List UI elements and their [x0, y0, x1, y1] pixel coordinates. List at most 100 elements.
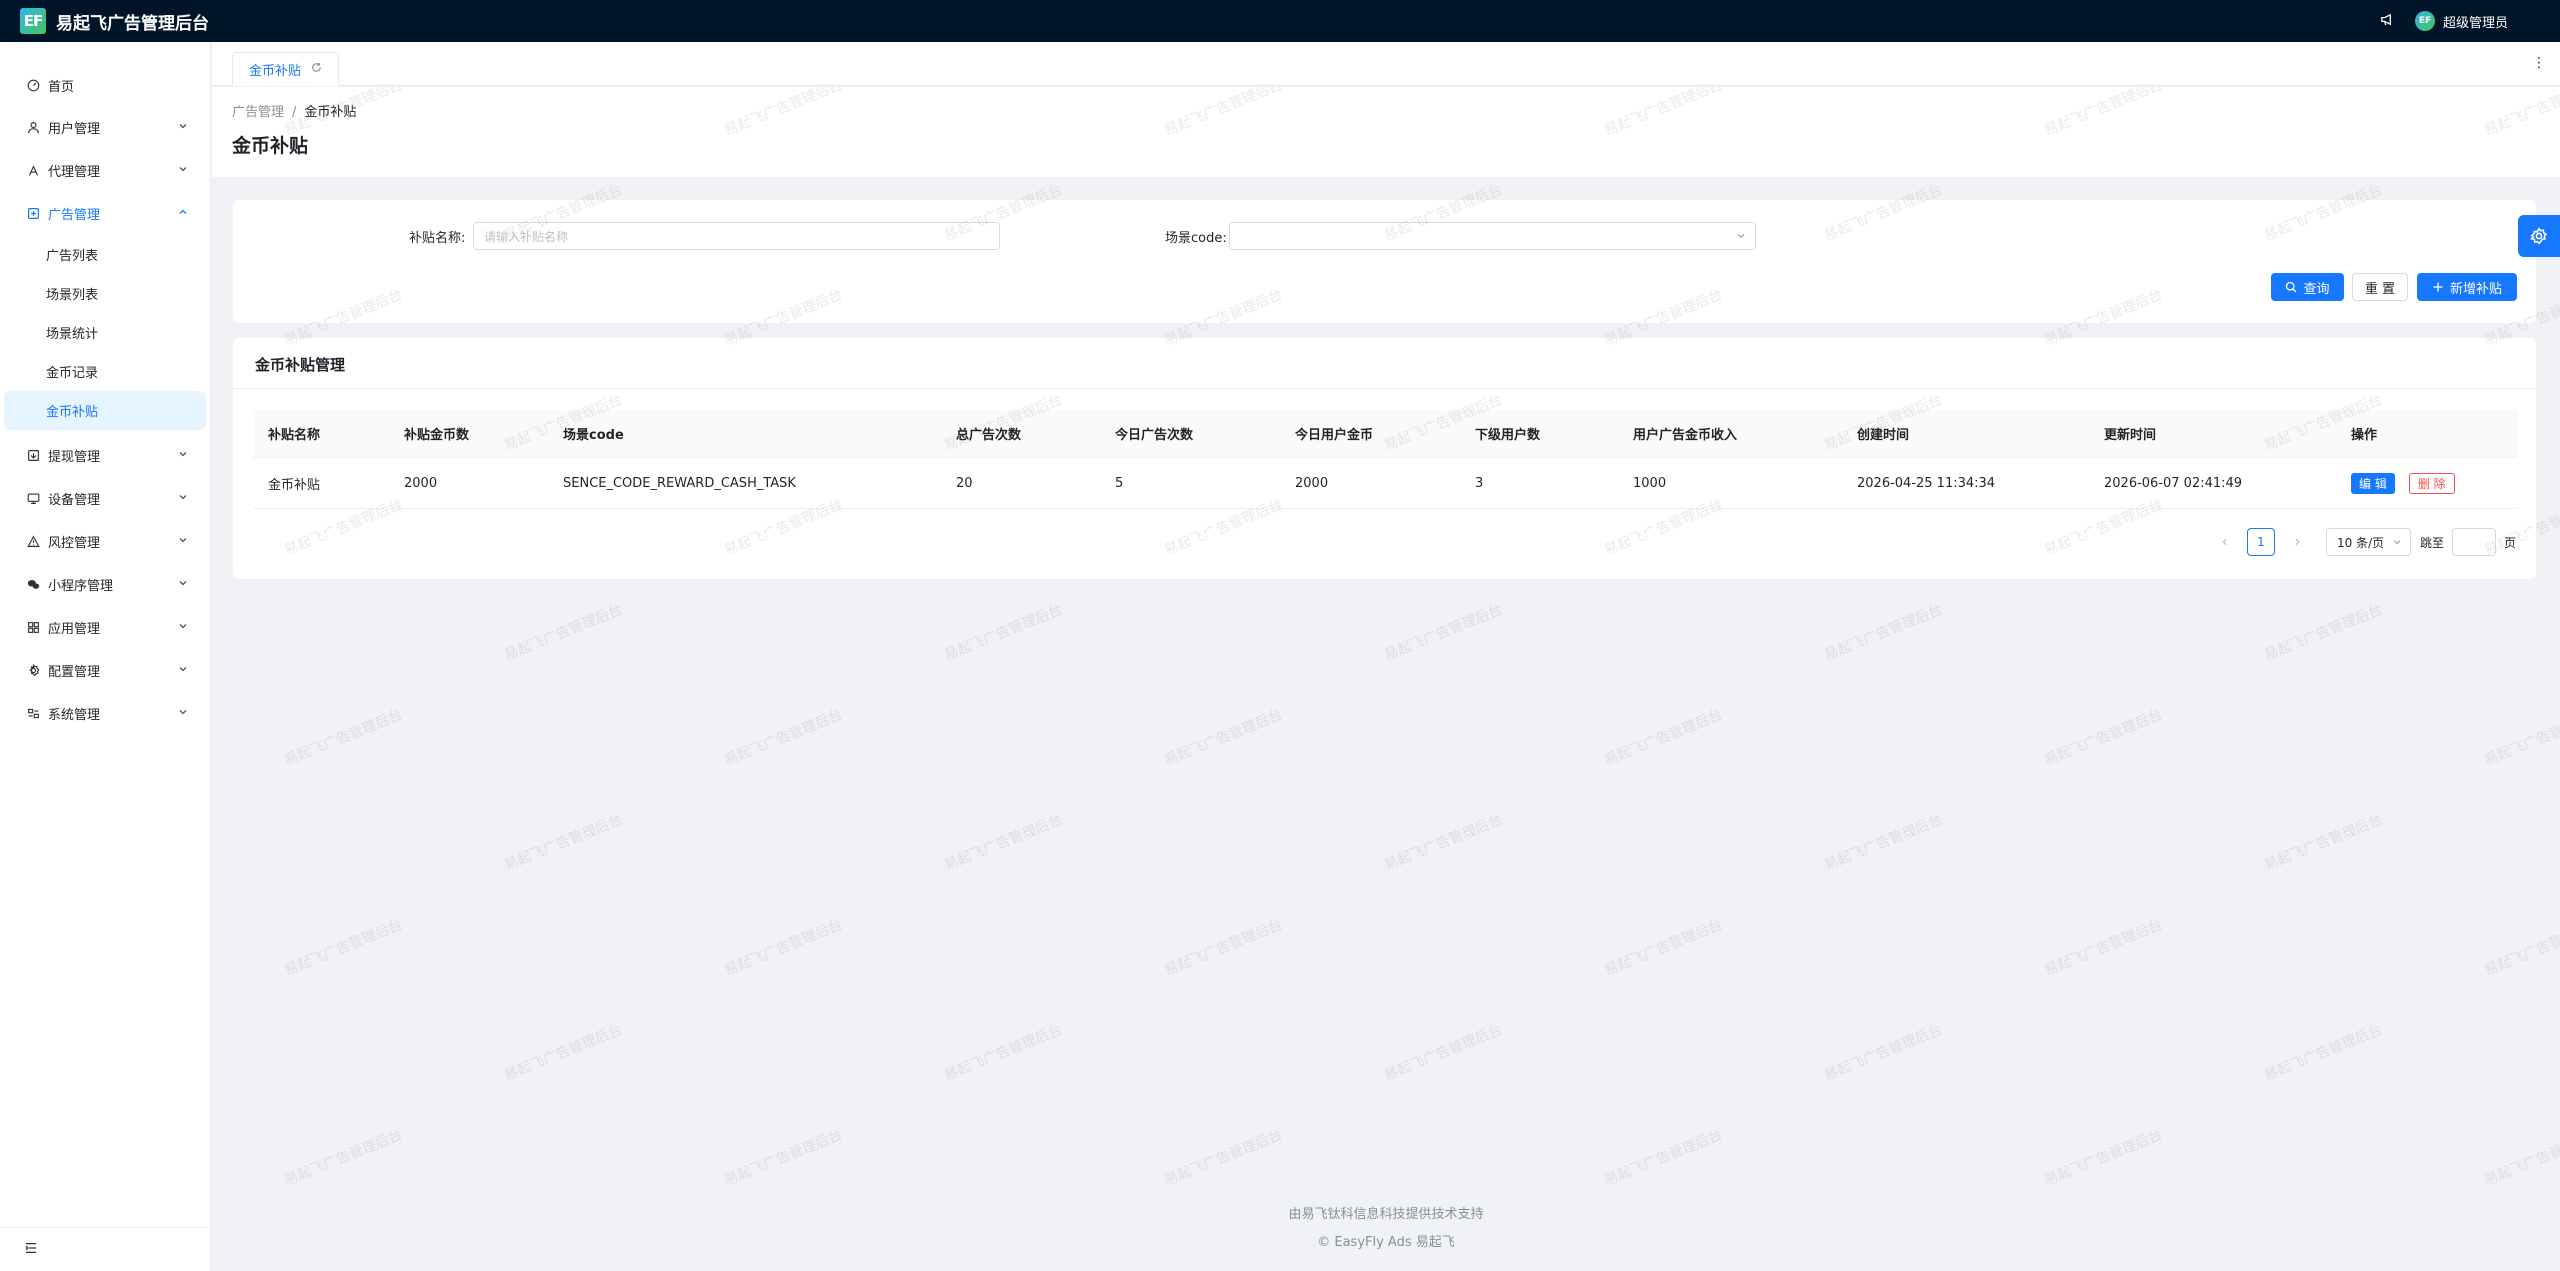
watermark-text: 易起飞广告管理后台 — [281, 916, 405, 979]
query-button[interactable]: 查询 — [2271, 273, 2344, 301]
sidebar-item-label: 系统管理 — [48, 708, 101, 723]
sidebar-item-withdraw[interactable]: 提现管理 — [0, 434, 210, 477]
watermark-text: 易起飞广告管理后台 — [2481, 1126, 2560, 1189]
page-suffix: 页 — [2504, 536, 2517, 550]
sidebar-collapse-button[interactable] — [0, 1227, 211, 1271]
watermark-text: 易起飞广告管理后台 — [501, 1021, 625, 1084]
table-cell: 2000 — [1295, 476, 1329, 491]
tab-coin-subsidy[interactable]: 金币补贴 — [232, 52, 340, 86]
column-header: 场景code — [563, 428, 624, 443]
sidebar-item-ads[interactable]: 广告管理 — [0, 192, 210, 235]
table-cell: 2000 — [404, 476, 438, 491]
sidebar-item-home[interactable]: 首页 — [0, 64, 210, 106]
next-page-button[interactable] — [2283, 528, 2311, 556]
watermark-text: 易起飞广告管理后台 — [501, 811, 625, 874]
watermark-text: 易起飞广告管理后台 — [721, 916, 845, 979]
page-size-select[interactable]: 10 条/页 — [2326, 528, 2411, 556]
scene-code-select[interactable] — [1229, 222, 1756, 250]
chevron-down-icon — [179, 452, 187, 457]
table-cell: 3 — [1475, 476, 1484, 491]
chevron-left-icon — [2222, 538, 2227, 546]
watermark-text: 易起飞广告管理后台 — [2041, 706, 2165, 769]
theme-settings-button[interactable] — [2518, 215, 2560, 257]
chevron-down-icon — [179, 538, 187, 543]
watermark-text: 易起飞广告管理后台 — [1161, 1126, 1285, 1189]
refresh-icon[interactable] — [311, 62, 322, 77]
app-logo[interactable]: EF — [20, 8, 46, 34]
watermark-text: 易起飞广告管理后台 — [1821, 811, 1945, 874]
sidebar-item-miniprogram[interactable]: 小程序管理 — [0, 563, 210, 606]
plus-icon — [2433, 282, 2443, 292]
chevron-down-icon — [1737, 233, 1745, 239]
sidebar-item-devices[interactable]: 设备管理 — [0, 477, 210, 520]
sidebar-item-users[interactable]: 用户管理 — [0, 106, 210, 149]
sidebar-subitem-scene-list[interactable]: 场景列表 — [0, 274, 210, 313]
tabs-bar: 金币补贴 ⋮ — [212, 42, 2560, 86]
table-cell: 2026-04-25 11:34:34 — [1857, 476, 1996, 491]
watermark-text: 易起飞广告管理后台 — [2041, 916, 2165, 979]
sidebar-item-config[interactable]: 配置管理 — [0, 649, 210, 692]
prev-page-button[interactable] — [2211, 528, 2239, 556]
add-subsidy-button[interactable]: 新增补贴 — [2417, 273, 2517, 301]
user-name: 超级管理员 — [2442, 15, 2508, 31]
page-header: 广告管理 / 金币补贴 金币补贴 — [212, 87, 2560, 177]
breadcrumb: 广告管理 / 金币补贴 — [232, 101, 356, 120]
watermark-text: 易起飞广告管理后台 — [1161, 706, 1285, 769]
agent-icon — [26, 164, 40, 178]
subsidy-name-input[interactable]: 请输入补贴名称 — [473, 222, 1000, 250]
chevron-down-icon — [179, 124, 187, 129]
breadcrumb-parent[interactable]: 广告管理 — [232, 105, 284, 120]
watermark-text: 易起飞广告管理后台 — [281, 1126, 405, 1189]
apps-icon — [26, 621, 40, 635]
system-icon — [26, 707, 40, 721]
page-1-button[interactable]: 1 — [2247, 528, 2275, 556]
sidebar-item-apps[interactable]: 应用管理 — [0, 606, 210, 649]
footer-copyright: © EasyFly Ads 易起飞 — [212, 1231, 2560, 1250]
watermark-text: 易起飞广告管理后台 — [721, 1126, 845, 1189]
sidebar-item-agents[interactable]: 代理管理 — [0, 149, 210, 192]
more-icon[interactable]: ⋮ — [2532, 55, 2546, 71]
edit-button[interactable]: 编 辑 — [2351, 473, 2395, 494]
announcement-icon[interactable] — [2380, 12, 2395, 31]
watermark-text: 易起飞广告管理后台 — [1601, 916, 1725, 979]
withdraw-icon — [26, 449, 40, 463]
sidebar-subitem-scene-stats[interactable]: 场景统计 — [0, 313, 210, 352]
reset-button[interactable]: 重 置 — [2352, 273, 2408, 301]
jump-label: 跳至 — [2420, 536, 2445, 550]
column-header: 今日广告次数 — [1115, 428, 1194, 443]
ad-icon — [26, 207, 40, 221]
monitor-icon — [26, 492, 40, 506]
watermark-text: 易起飞广告管理后台 — [2261, 811, 2385, 874]
dashboard-icon — [26, 78, 40, 92]
sidebar-item-risk[interactable]: 风控管理 — [0, 520, 210, 563]
sidebar-subitem-ad-list[interactable]: 广告列表 — [0, 235, 210, 274]
search-icon — [2286, 281, 2297, 293]
jump-page-input[interactable] — [2452, 528, 2496, 556]
wechat-icon — [26, 578, 40, 592]
settings-icon — [26, 664, 40, 678]
sidebar-item-system[interactable]: 系统管理 — [0, 692, 210, 735]
delete-button[interactable]: 删 除 — [2408, 473, 2455, 494]
avatar: EF — [2414, 11, 2435, 31]
chevron-down-icon — [179, 581, 187, 586]
user-menu[interactable]: EF 超级管理员 — [2414, 11, 2508, 31]
watermark-text: 易起飞广告管理后台 — [281, 706, 405, 769]
table-actions: 编 辑 删 除 — [2351, 459, 2455, 508]
sidebar-subitem-coin-subsidy[interactable]: 金币补贴 — [4, 391, 206, 430]
watermark-text: 易起飞广告管理后台 — [1821, 601, 1945, 664]
watermark-text: 易起飞广告管理后台 — [1161, 916, 1285, 979]
sidebar-subitem-coin-records[interactable]: 金币记录 — [0, 352, 210, 391]
watermark-text: 易起飞广告管理后台 — [1601, 1126, 1725, 1189]
column-header: 补贴金币数 — [404, 428, 470, 443]
column-header: 创建时间 — [1857, 428, 1910, 443]
watermark-text: 易起飞广告管理后台 — [501, 601, 625, 664]
scene-code-label: 场景code: — [1165, 231, 1227, 246]
column-header: 更新时间 — [2104, 428, 2157, 443]
table-cell: 金币补贴 — [268, 478, 321, 493]
chevron-down-icon — [179, 495, 187, 500]
watermark-text: 易起飞广告管理后台 — [721, 706, 845, 769]
user-icon — [26, 121, 40, 135]
chevron-down-icon — [179, 667, 187, 672]
column-header: 操作 — [2351, 428, 2378, 443]
top-header: EF 易起飞广告管理后台 EF 超级管理员 — [0, 0, 2560, 42]
